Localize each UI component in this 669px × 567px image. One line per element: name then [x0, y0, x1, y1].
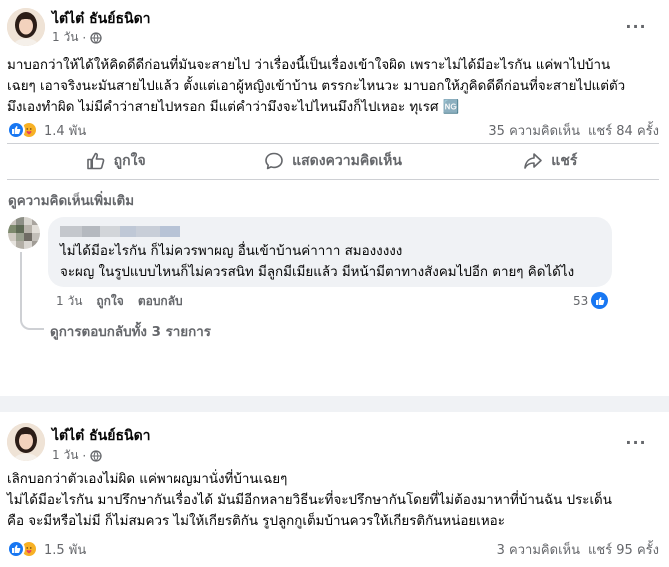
reaction-icons[interactable] [7, 540, 38, 558]
thumbs-up-icon [86, 152, 105, 170]
post-time[interactable]: 1 วัน [52, 28, 78, 47]
post-text: เลิกบอกว่าตัวเองไม่ผิด แค่พาผญมานั่งที่บ… [7, 472, 612, 529]
reaction-count[interactable]: 1.5 พัน [44, 539, 86, 560]
post-author[interactable]: ไต๋ไต๋ ธันย์ธนิดา [52, 8, 151, 30]
share-button[interactable]: แชร์ [442, 144, 659, 178]
comment-like-button[interactable]: ถูกใจ [96, 292, 123, 311]
like-reaction-icon [7, 121, 25, 139]
comment-button[interactable]: แสดงความคิดเห็น [224, 144, 441, 178]
post-author[interactable]: ไต๋ไต๋ ธันย์ธนิดา [52, 425, 151, 447]
share-count[interactable]: แชร์ 95 ครั้ง [588, 539, 659, 560]
globe-icon [90, 31, 102, 44]
post-text: มาบอกว่าให้ได้ให้คิดดีดีก่อนที่มันจะสายไ… [7, 58, 626, 115]
more-options-icon[interactable]: ··· [625, 15, 647, 37]
post-meta: 1 วัน · [52, 28, 102, 47]
post-action-bar: ถูกใจ แสดงความคิดเห็น แชร์ [7, 144, 659, 178]
comment-reactions[interactable]: 53 [573, 292, 609, 309]
comment-bubble: ไม่ได้มีอะไรกัน ก็ไม่ควรพาผญ อื่นเข้าบ้า… [48, 217, 612, 287]
author-avatar[interactable] [7, 8, 45, 46]
commenter-avatar[interactable] [8, 217, 40, 249]
post-time[interactable]: 1 วัน [52, 446, 78, 465]
share-button-label: แชร์ [551, 153, 578, 169]
comment-reaction-count: 53 [573, 293, 589, 308]
like-reaction-icon [591, 292, 609, 309]
post-stats: 1.4 พัน 35 ความคิดเห็น แชร์ 84 ครั้ง [7, 120, 659, 140]
comment-count[interactable]: 35 ความคิดเห็น [488, 120, 580, 141]
reaction-count[interactable]: 1.4 พัน [44, 120, 86, 141]
post-meta: 1 วัน · [52, 446, 102, 465]
reply-thread-line [20, 252, 44, 330]
author-avatar[interactable] [7, 423, 45, 461]
comment-reply-button[interactable]: ตอบกลับ [138, 292, 183, 311]
view-replies-link[interactable]: ดูการตอบกลับทั้ง 3 รายการ [50, 321, 211, 342]
divider [7, 179, 659, 180]
like-button[interactable]: ถูกใจ [7, 144, 224, 178]
post-card: ไต๋ไต๋ ธันย์ธนิดา 1 วัน · ··· เลิกบอกว่า… [0, 412, 669, 567]
comment-bubble-icon [265, 152, 283, 170]
share-count[interactable]: แชร์ 84 ครั้ง [588, 120, 659, 141]
comment-time[interactable]: 1 วัน [56, 292, 82, 311]
more-comments-link[interactable]: ดูความคิดเห็นเพิ่มเติม [8, 190, 134, 211]
globe-icon [90, 449, 102, 462]
like-button-label: ถูกใจ [113, 153, 146, 169]
like-reaction-icon [7, 540, 25, 558]
comment-count[interactable]: 3 ความคิดเห็น [497, 539, 580, 560]
more-options-icon[interactable]: ··· [625, 431, 647, 453]
comment-button-label: แสดงความคิดเห็น [292, 153, 402, 169]
post-card: ไต๋ไต๋ ธันย์ธนิดา 1 วัน · ··· มาบอกว่าให… [0, 0, 669, 396]
share-arrow-icon [524, 153, 543, 169]
comment-actions: 1 วัน ถูกใจ ตอบกลับ [56, 292, 183, 311]
commenter-name-redacted [60, 226, 180, 237]
comment-text: ไม่ได้มีอะไรกัน ก็ไม่ควรพาผญ อื่นเข้าบ้า… [60, 244, 575, 280]
post-stats: 1.5 พัน 3 ความคิดเห็น แชร์ 95 ครั้ง [7, 539, 659, 559]
reaction-icons[interactable] [7, 121, 38, 139]
